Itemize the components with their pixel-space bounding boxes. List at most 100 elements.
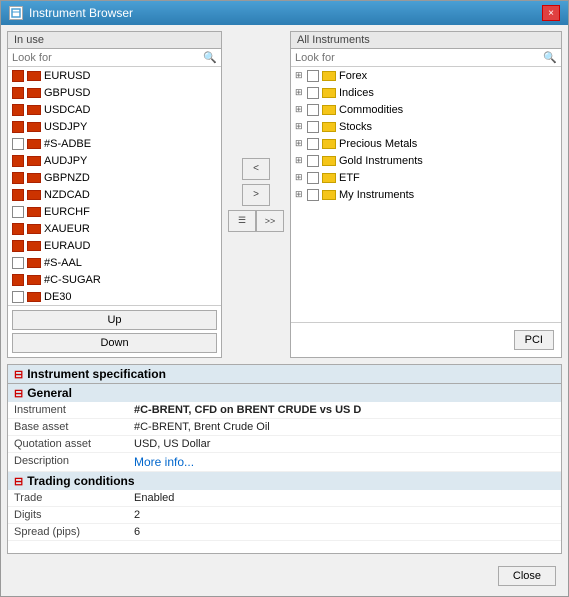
tree-item[interactable]: ⊞Indices [291, 84, 561, 101]
item-flag-icon [27, 105, 41, 115]
item-checkbox[interactable] [12, 70, 24, 82]
all-instruments-search-box: 🔍 [291, 49, 561, 67]
item-flag-icon [27, 292, 41, 302]
in-use-list[interactable]: EURUSD GBPUSD USDCAD USDJPY#S-ADBEAUDJPY GBP… [8, 67, 221, 305]
expand-icon[interactable]: ⊞ [295, 155, 305, 166]
pci-button[interactable]: PCI [514, 330, 554, 350]
tree-checkbox[interactable] [307, 138, 319, 150]
list-view-button[interactable]: ☰ [228, 210, 256, 232]
list-item[interactable]: #C-SUGAR [8, 271, 221, 288]
list-item[interactable]: AUDJPY [8, 152, 221, 169]
in-use-search-box: 🔍 [8, 49, 221, 67]
tree-checkbox[interactable] [307, 70, 319, 82]
tree-checkbox[interactable] [307, 189, 319, 201]
list-item[interactable]: USDCAD [8, 101, 221, 118]
double-right-button[interactable]: >> [256, 210, 284, 232]
all-instruments-list[interactable]: ⊞Forex⊞Indices⊞Commodities⊞Stocks⊞Precio… [291, 67, 561, 322]
instrument-row: Instrument #C-BRENT, CFD on BRENT CRUDE … [8, 402, 561, 419]
tree-item[interactable]: ⊞ Precious Metals [291, 135, 561, 152]
in-use-search-input[interactable] [12, 52, 203, 64]
expand-icon[interactable]: ⊞ [295, 138, 305, 149]
list-item[interactable]: EURCHF [8, 203, 221, 220]
tree-item[interactable]: ⊞Gold Instruments [291, 152, 561, 169]
move-left-button[interactable]: < [242, 158, 270, 180]
title-bar: Instrument Browser × [1, 1, 568, 25]
item-checkbox[interactable] [12, 121, 24, 133]
item-checkbox[interactable] [12, 172, 24, 184]
tree-checkbox[interactable] [307, 172, 319, 184]
main-close-button[interactable]: Close [498, 566, 556, 586]
quotation-asset-value: USD, US Dollar [134, 438, 555, 450]
tree-checkbox[interactable] [307, 87, 319, 99]
tree-checkbox[interactable] [307, 121, 319, 133]
tree-checkbox[interactable] [307, 155, 319, 167]
middle-controls: < > ☰ >> [228, 31, 284, 358]
expand-icon[interactable]: ⊞ [295, 172, 305, 183]
list-item[interactable]: #S-AAL [8, 254, 221, 271]
item-checkbox[interactable] [12, 291, 24, 303]
down-button[interactable]: Down [12, 333, 217, 353]
item-checkbox[interactable] [12, 257, 24, 269]
expand-icon[interactable]: ⊞ [295, 87, 305, 98]
list-item[interactable]: DE30 [8, 288, 221, 305]
in-use-panel: In use 🔍 EURUSD GBPUSD USDCAD USDJPY#S-ADBE… [7, 31, 222, 358]
item-text: NZDCAD [44, 189, 90, 201]
folder-icon [322, 88, 336, 98]
expand-icon[interactable]: ⊞ [295, 121, 305, 132]
item-text: EURCHF [44, 206, 90, 218]
tree-item[interactable]: ⊞Stocks [291, 118, 561, 135]
item-checkbox[interactable] [12, 155, 24, 167]
item-text: EURAUD [44, 240, 90, 252]
item-flag-icon [27, 156, 41, 166]
description-label: Description [14, 455, 134, 469]
item-checkbox[interactable] [12, 206, 24, 218]
item-text: GBPUSD [44, 87, 90, 99]
pci-area: PCI [291, 322, 561, 357]
list-item[interactable]: EURAUD [8, 237, 221, 254]
trading-collapse-icon[interactable]: ⊟ [14, 475, 23, 488]
item-checkbox[interactable] [12, 240, 24, 252]
description-value: More info... [134, 455, 555, 469]
expand-icon[interactable]: ⊞ [295, 104, 305, 115]
in-use-header: In use [8, 32, 221, 49]
item-checkbox[interactable] [12, 138, 24, 150]
item-text: USDCAD [44, 104, 90, 116]
item-checkbox[interactable] [12, 274, 24, 286]
all-search-icon: 🔍 [543, 51, 557, 64]
list-item[interactable]: #S-ADBE [8, 135, 221, 152]
list-item[interactable]: GBPNZD [8, 169, 221, 186]
close-button[interactable]: × [542, 5, 560, 21]
item-flag-icon [27, 173, 41, 183]
spec-header-label: Instrument specification [27, 367, 166, 381]
folder-icon [322, 105, 336, 115]
item-checkbox[interactable] [12, 87, 24, 99]
list-item[interactable]: XAUEUR [8, 220, 221, 237]
tree-item[interactable]: ⊞My Instruments [291, 186, 561, 203]
item-text: GBPNZD [44, 172, 90, 184]
all-instruments-search-input[interactable] [295, 52, 543, 64]
list-item[interactable]: EURUSD [8, 67, 221, 84]
spec-header: ⊟ Instrument specification [8, 365, 561, 384]
item-flag-icon [27, 122, 41, 132]
item-checkbox[interactable] [12, 104, 24, 116]
more-info-link[interactable]: More info... [134, 455, 194, 469]
expand-icon[interactable]: ⊞ [295, 70, 305, 81]
list-item[interactable]: GBPUSD [8, 84, 221, 101]
tree-item-label: Precious Metals [339, 138, 417, 150]
expand-icon[interactable]: ⊞ [295, 189, 305, 200]
tree-item[interactable]: ⊞Forex [291, 67, 561, 84]
tree-item[interactable]: ⊞Commodities [291, 101, 561, 118]
tree-checkbox[interactable] [307, 104, 319, 116]
item-checkbox[interactable] [12, 223, 24, 235]
item-checkbox[interactable] [12, 189, 24, 201]
instrument-value: #C-BRENT, CFD on BRENT CRUDE vs US D [134, 404, 555, 416]
up-button[interactable]: Up [12, 310, 217, 330]
list-item[interactable]: NZDCAD [8, 186, 221, 203]
spec-content: ⊟ General Instrument #C-BRENT, CFD on BR… [8, 384, 561, 553]
list-item[interactable]: USDJPY [8, 118, 221, 135]
tree-item[interactable]: ⊞ETF [291, 169, 561, 186]
title-bar-left: Instrument Browser [9, 6, 133, 20]
spec-collapse-icon[interactable]: ⊟ [14, 368, 23, 381]
general-collapse-icon[interactable]: ⊟ [14, 387, 23, 400]
move-right-button[interactable]: > [242, 184, 270, 206]
